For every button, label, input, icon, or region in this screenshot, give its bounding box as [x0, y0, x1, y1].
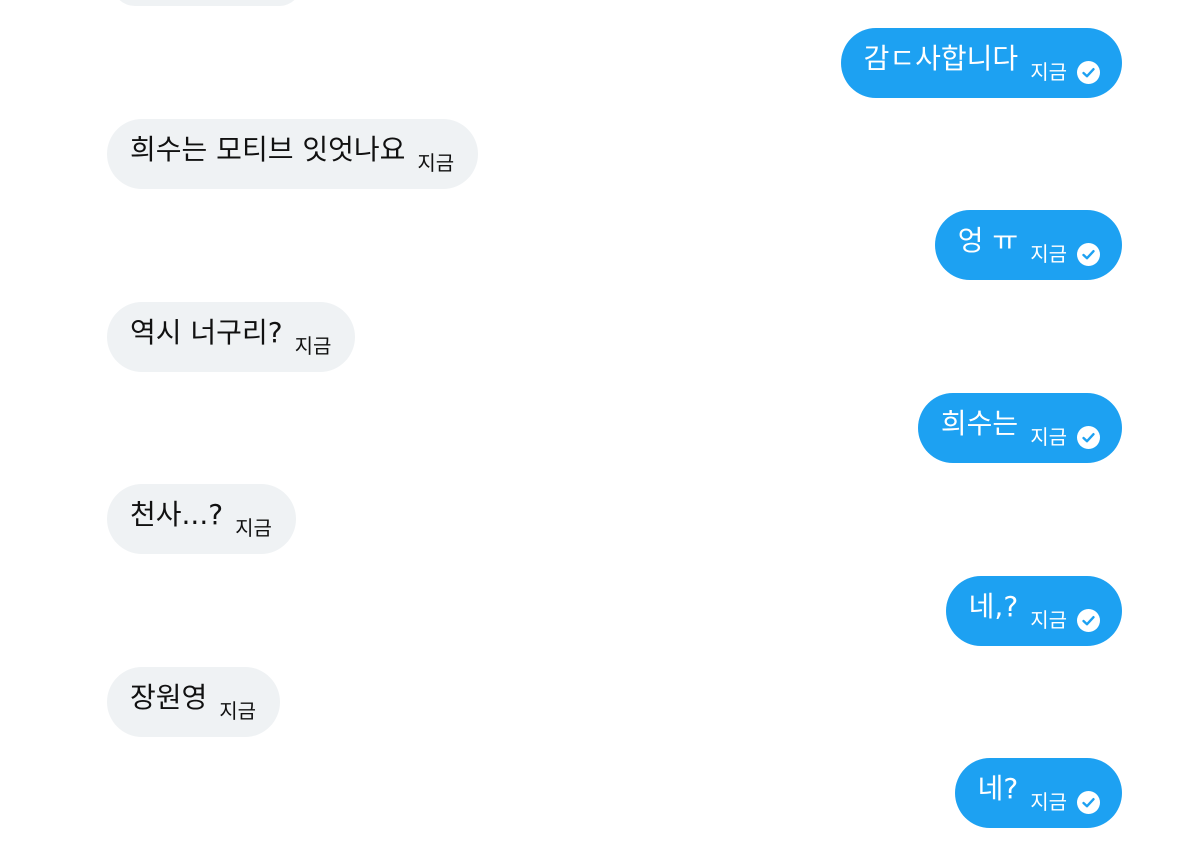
- message-text: 감ㄷ사합니다: [863, 42, 1019, 75]
- message-text: 역시 너구리?: [130, 316, 283, 349]
- message-text: 천사...?: [130, 498, 224, 531]
- outgoing-message-bubble[interactable]: 네,? 지금: [945, 576, 1122, 646]
- message-text: 엉 ㅠ: [957, 224, 1019, 257]
- message-text: 네?: [977, 772, 1019, 805]
- check-circle-icon: [1077, 60, 1100, 84]
- message-timestamp: 지금: [1030, 425, 1067, 449]
- check-circle-icon: [1077, 608, 1100, 632]
- message-timestamp: 지금: [1030, 60, 1067, 84]
- check-circle-icon: [1077, 790, 1100, 814]
- message-timestamp: 지금: [294, 334, 332, 358]
- incoming-message-bubble[interactable]: 천사...? 지금: [107, 484, 296, 554]
- message-timestamp: 지금: [417, 151, 455, 175]
- outgoing-message-bubble[interactable]: 네? 지금: [954, 758, 1122, 828]
- partial-incoming-bubble: [112, 0, 302, 6]
- check-circle-icon: [1077, 242, 1100, 266]
- message-text: 장원영: [130, 681, 208, 714]
- outgoing-message-bubble[interactable]: 엉 ㅠ 지금: [934, 210, 1122, 280]
- message-timestamp: 지금: [1030, 790, 1067, 814]
- message-text: 희수는: [940, 407, 1019, 440]
- check-circle-icon: [1077, 425, 1100, 449]
- message-thread: 감ㄷ사합니다 지금 희수는 모티브 잇엇나요 지금 엉 ㅠ 지금 역시 너구리?…: [0, 0, 1200, 862]
- message-text: 네,?: [968, 590, 1019, 623]
- message-text: 희수는 모티브 잇엇나요: [130, 133, 406, 166]
- outgoing-message-bubble[interactable]: 희수는 지금: [917, 393, 1122, 463]
- outgoing-message-bubble[interactable]: 감ㄷ사합니다 지금: [840, 28, 1122, 98]
- message-timestamp: 지금: [235, 516, 272, 540]
- incoming-message-bubble[interactable]: 희수는 모티브 잇엇나요 지금: [107, 119, 479, 189]
- message-timestamp: 지금: [1030, 242, 1067, 266]
- message-timestamp: 지금: [1030, 608, 1067, 632]
- incoming-message-bubble[interactable]: 장원영 지금: [107, 667, 281, 737]
- incoming-message-bubble[interactable]: 역시 너구리? 지금: [107, 302, 356, 372]
- message-timestamp: 지금: [219, 699, 257, 723]
